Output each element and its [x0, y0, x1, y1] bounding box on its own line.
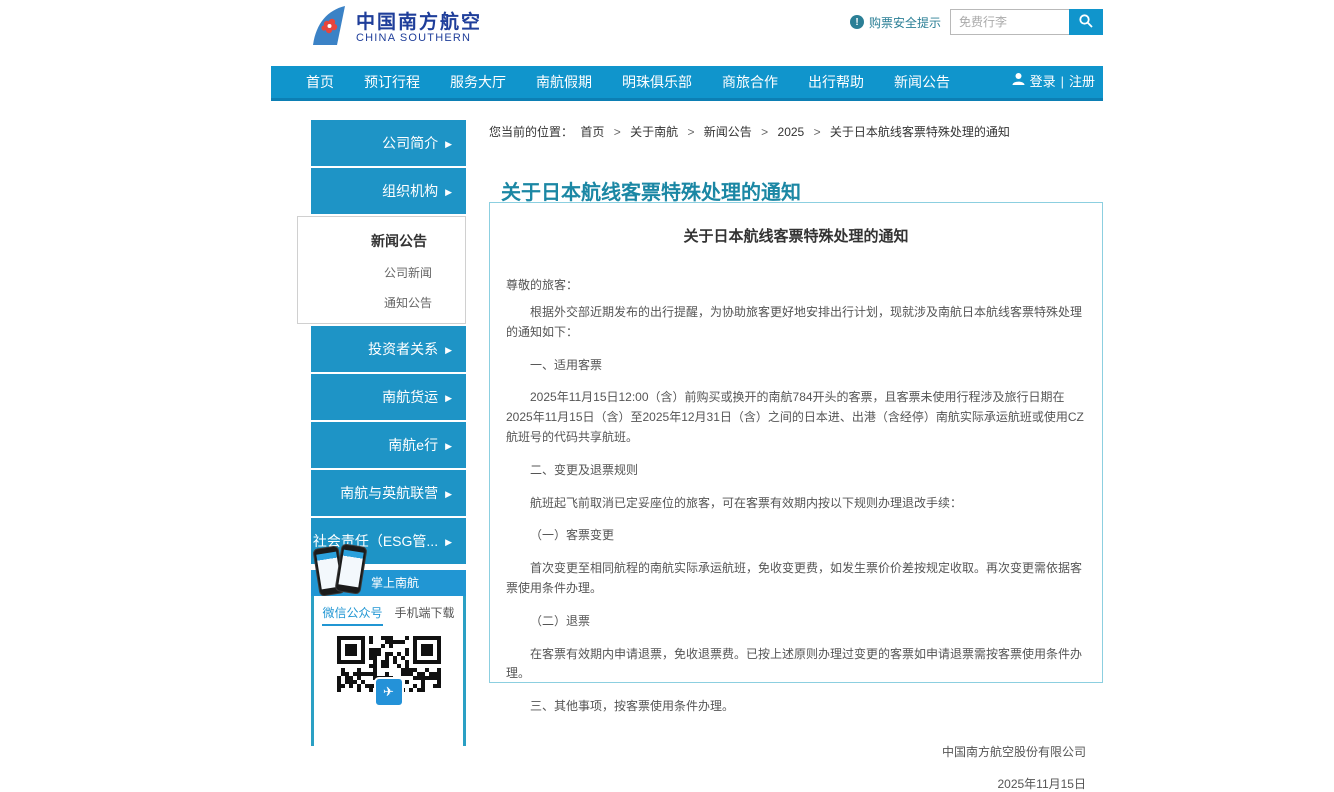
notice-section-2-heading: 二、变更及退票规则 — [506, 461, 1086, 481]
header-right: ! 购票安全提示 — [850, 9, 1103, 35]
app-widget-title: 掌上南航 — [371, 576, 419, 590]
nav-item-home[interactable]: 首页 — [291, 66, 349, 98]
chevron-right-icon: ▶ — [445, 537, 452, 547]
nav-item-pearl-club[interactable]: 明珠俱乐部 — [607, 66, 707, 98]
breadcrumb-separator: > — [814, 125, 821, 139]
notice-paragraph: 2025年11月15日12:00（含）前购买或换开的南航784开头的客票，且客票… — [506, 388, 1086, 447]
breadcrumb-current: 关于日本航线客票特殊处理的通知 — [830, 125, 1010, 139]
breadcrumb-about[interactable]: 关于南航 — [630, 125, 678, 139]
breadcrumb-home[interactable]: 首页 — [580, 125, 604, 139]
sidebar-item-label: 南航与英航联营 — [340, 485, 438, 501]
notice-section-1-heading: 一、适用客票 — [506, 356, 1086, 376]
nav-item-travel-help[interactable]: 出行帮助 — [793, 66, 879, 98]
sidebar: 公司简介▶ 组织机构▶ 新闻公告 公司新闻 通知公告 投资者关系▶ 南航货运▶ … — [311, 120, 466, 566]
sidebar-item-investor-relations[interactable]: 投资者关系 ▶ — [311, 326, 466, 372]
notice-date: 2025年11月15日 — [506, 775, 1086, 792]
breadcrumb-separator: > — [687, 125, 694, 139]
tab-wechat-official[interactable]: 微信公众号 — [322, 604, 382, 626]
logo-cn-text: 中国南方航空 — [356, 13, 482, 33]
notice-paragraph: 首次变更至相同航程的南航实际承运航班，免收变更费，如发生票价价差按规定收取。再次… — [506, 559, 1086, 599]
notice-subsection-heading: （一）客票变更 — [506, 526, 1086, 546]
sidebar-item-label: 南航e行 — [388, 437, 438, 453]
airline-tailfin-logo-icon — [308, 5, 348, 52]
search-input[interactable] — [950, 9, 1069, 35]
chevron-right-icon: ▶ — [445, 489, 452, 499]
nav-item-booking[interactable]: 预订行程 — [349, 66, 435, 98]
account-area: 登录 | 注册 — [1012, 66, 1095, 98]
login-register-divider: | — [1061, 66, 1064, 98]
sidebar-item-label: 投资者关系 — [368, 341, 438, 357]
sidebar-item-label: 南航货运 — [382, 389, 438, 405]
logo[interactable]: 中国南方航空 CHINA SOUTHERN — [308, 5, 482, 52]
app-widget-header: 掌上南航 — [311, 570, 466, 596]
sidebar-subitem-notice[interactable]: 通知公告 — [298, 294, 465, 311]
qr-code: ✈ — [337, 636, 441, 699]
breadcrumb-separator: > — [614, 125, 621, 139]
breadcrumb: 您当前的位置： 首页 > 关于南航 > 新闻公告 > 2025 > 关于日本航线… — [489, 123, 1014, 140]
chevron-right-icon: ▶ — [445, 393, 452, 403]
notice-box: 关于日本航线客票特殊处理的通知 尊敬的旅客： 根据外交部近期发布的出行提醒，为协… — [489, 202, 1103, 683]
sidebar-item-ba-joint[interactable]: 南航与英航联营 ▶ — [311, 470, 466, 516]
login-link[interactable]: 登录 — [1030, 66, 1056, 98]
notice-signature: 中国南方航空股份有限公司 — [506, 743, 1086, 760]
search-icon — [1078, 13, 1094, 32]
search-bar — [950, 9, 1103, 35]
header: 中国南方航空 CHINA SOUTHERN ! 购票安全提示 — [0, 0, 1334, 64]
page: 中国南方航空 CHINA SOUTHERN ! 购票安全提示 — [0, 0, 1334, 720]
nav-item-news[interactable]: 新闻公告 — [879, 66, 965, 98]
sidebar-active-section: 新闻公告 公司新闻 通知公告 — [297, 216, 466, 324]
nav-links: 首页 预订行程 服务大厅 南航假期 明珠俱乐部 商旅合作 出行帮助 新闻公告 — [271, 66, 1103, 98]
info-icon: ! — [850, 15, 864, 29]
notice-title: 关于日本航线客票特殊处理的通知 — [506, 225, 1086, 246]
notice-section-3-heading: 三、其他事项，按客票使用条件办理。 — [506, 697, 1086, 717]
breadcrumb-separator: > — [761, 125, 768, 139]
phones-image — [315, 546, 371, 598]
sidebar-item-organization[interactable]: 组织机构 ▶ — [311, 168, 466, 214]
chevron-right-icon: ▶ — [445, 187, 452, 197]
chevron-right-icon: ▶ — [445, 441, 452, 451]
notice-greeting: 尊敬的旅客： — [506, 276, 1086, 293]
notice-subsection-heading: （二）退票 — [506, 612, 1086, 632]
sidebar-item-label: 组织机构 — [382, 183, 438, 199]
notice-paragraph: 根据外交部近期发布的出行提醒，为协助旅客更好地安排出行计划，现就涉及南航日本航线… — [506, 303, 1086, 343]
app-widget-panel: 微信公众号 手机端下载 ✈ — [311, 596, 466, 746]
sidebar-item-etravel[interactable]: 南航e行 ▶ — [311, 422, 466, 468]
notice-paragraph: 在客票有效期内申请退票，免收退票费。已按上述原则办理过变更的客票如申请退票需按客… — [506, 645, 1086, 685]
logo-en-text: CHINA SOUTHERN — [356, 33, 482, 45]
main-nav: 首页 预订行程 服务大厅 南航假期 明珠俱乐部 商旅合作 出行帮助 新闻公告 登… — [271, 66, 1103, 101]
register-link[interactable]: 注册 — [1069, 66, 1095, 98]
nav-item-holidays[interactable]: 南航假期 — [521, 66, 607, 98]
app-badge-icon: ✈ — [374, 677, 404, 707]
notice-paragraph: 航班起飞前取消已定妥座位的旅客，可在客票有效期内按以下规则办理退改手续： — [506, 494, 1086, 514]
breadcrumb-label: 您当前的位置： — [489, 125, 573, 139]
sidebar-item-label: 公司简介 — [382, 135, 438, 151]
safety-tip-label: 购票安全提示 — [869, 14, 941, 31]
breadcrumb-year[interactable]: 2025 — [778, 125, 805, 139]
nav-item-service-hall[interactable]: 服务大厅 — [435, 66, 521, 98]
chevron-right-icon: ▶ — [445, 139, 452, 149]
sidebar-item-company-profile[interactable]: 公司简介 ▶ — [311, 120, 466, 166]
sidebar-item-cargo[interactable]: 南航货运 ▶ — [311, 374, 466, 420]
sidebar-subitem-company-news[interactable]: 公司新闻 — [298, 264, 465, 281]
breadcrumb-news[interactable]: 新闻公告 — [704, 125, 752, 139]
user-icon — [1012, 66, 1025, 98]
chevron-right-icon: ▶ — [445, 345, 452, 355]
sidebar-item-news-announcements[interactable]: 新闻公告 — [298, 231, 465, 251]
search-button[interactable] — [1069, 9, 1103, 35]
nav-item-corporate[interactable]: 商旅合作 — [707, 66, 793, 98]
tab-mobile-download[interactable]: 手机端下载 — [395, 604, 455, 626]
ticket-safety-tip-link[interactable]: ! 购票安全提示 — [850, 14, 941, 31]
